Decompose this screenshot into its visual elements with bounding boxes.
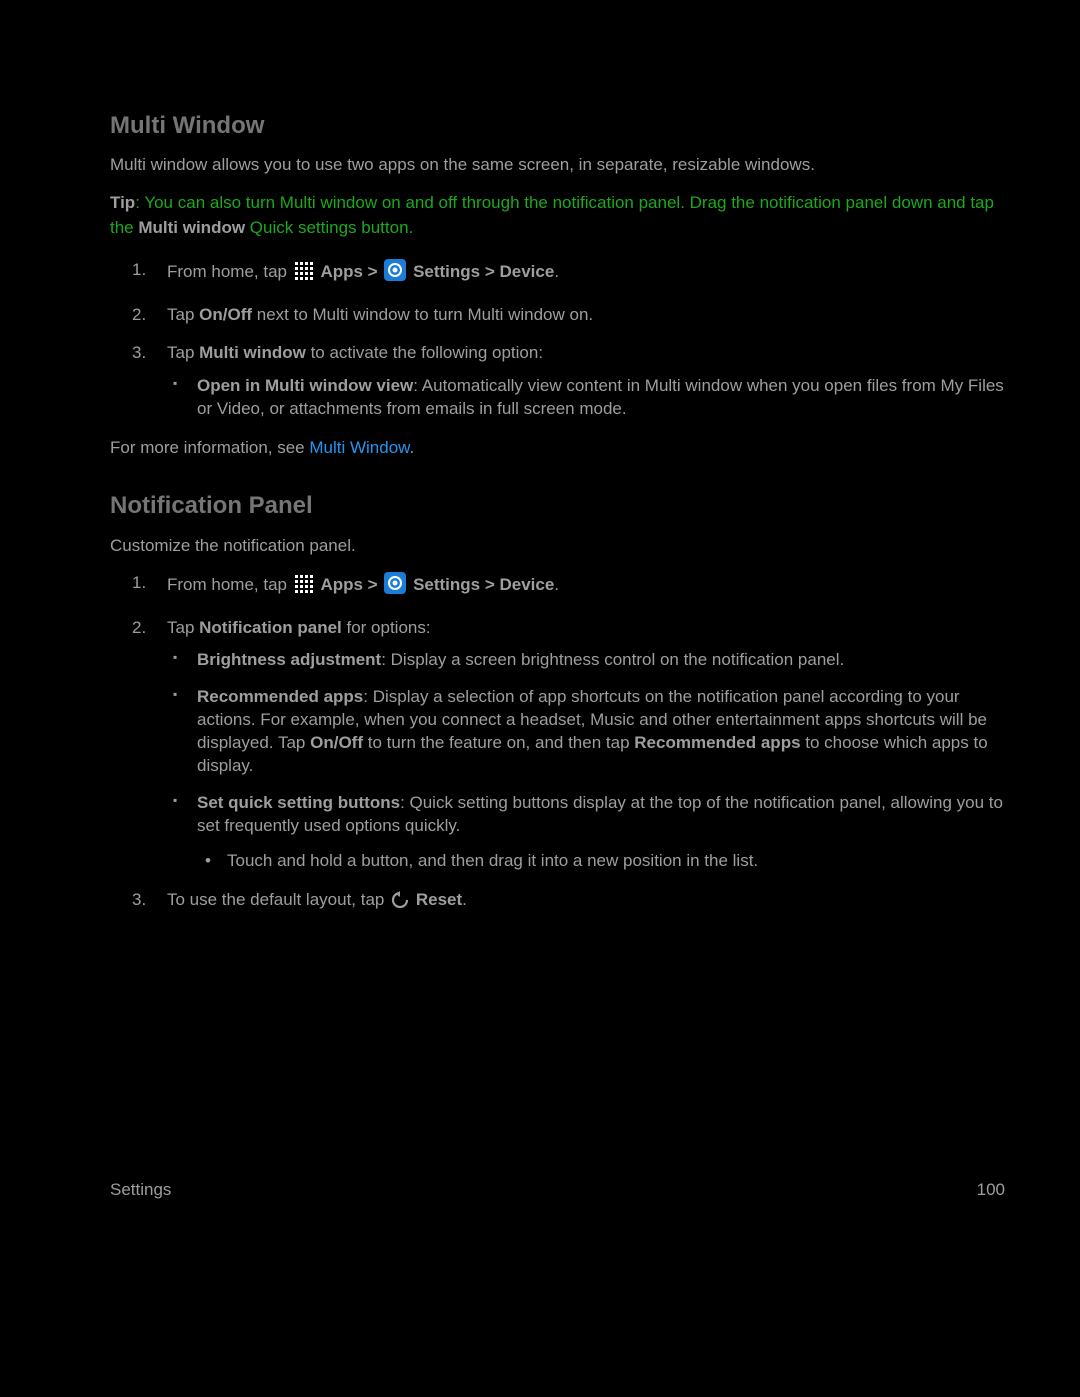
- multi-window-link[interactable]: Multi Window: [309, 438, 409, 457]
- np-step-3: 3. To use the default layout, tap Reset.: [110, 889, 1005, 916]
- footer-page: 100: [977, 1179, 1005, 1202]
- step-3: 3. Tap Multi window to activate the foll…: [110, 342, 1005, 421]
- settings-icon: [384, 259, 406, 288]
- step-2: 2. Tap On/Off next to Multi window to tu…: [110, 304, 1005, 327]
- sub-bullets: Touch and hold a button, and then drag i…: [197, 850, 1005, 873]
- footer-section: Settings: [110, 1179, 171, 1202]
- reset-icon: [391, 891, 409, 916]
- np-steps: 1. From home, tap Apps > Settings > Devi…: [110, 572, 1005, 916]
- multiwindow-steps: 1. From home, tap Apps > Settings > Devi…: [110, 259, 1005, 422]
- page: Multi Window Multi window allows you to …: [0, 0, 1080, 1397]
- bullet-brightness: Brightness adjustment: Display a screen …: [167, 649, 1005, 672]
- bullet-open-mw: Open in Multi window view: Automatically…: [167, 375, 1005, 421]
- more-info: For more information, see Multi Window.: [110, 437, 1005, 460]
- np-intro: Customize the notification panel.: [110, 535, 1005, 558]
- step-1: 1. From home, tap Apps > Settings > Devi…: [110, 259, 1005, 288]
- tip-label: Tip: [110, 193, 135, 212]
- sub-touch-hold: Touch and hold a button, and then drag i…: [197, 850, 1005, 873]
- np-bullets: Brightness adjustment: Display a screen …: [167, 649, 1005, 873]
- footer: Settings 100: [110, 1179, 1005, 1202]
- tip-text: Tip: You can also turn Multi window on a…: [110, 191, 1005, 240]
- apps-icon: [294, 574, 314, 601]
- bullet-recommended: Recommended apps: Display a selection of…: [167, 686, 1005, 778]
- heading-multiwindow: Multi Window: [110, 110, 1005, 142]
- np-step-2: 2. Tap Notification panel for options: B…: [110, 617, 1005, 873]
- step3-bullets: Open in Multi window view: Automatically…: [167, 375, 1005, 421]
- multiwindow-intro: Multi window allows you to use two apps …: [110, 154, 1005, 177]
- bullet-quicksetting: Set quick setting buttons: Quick setting…: [167, 792, 1005, 873]
- heading-notification-panel: Notification Panel: [110, 490, 1005, 522]
- np-step-1: 1. From home, tap Apps > Settings > Devi…: [110, 572, 1005, 601]
- apps-icon: [294, 261, 314, 288]
- settings-icon: [384, 572, 406, 601]
